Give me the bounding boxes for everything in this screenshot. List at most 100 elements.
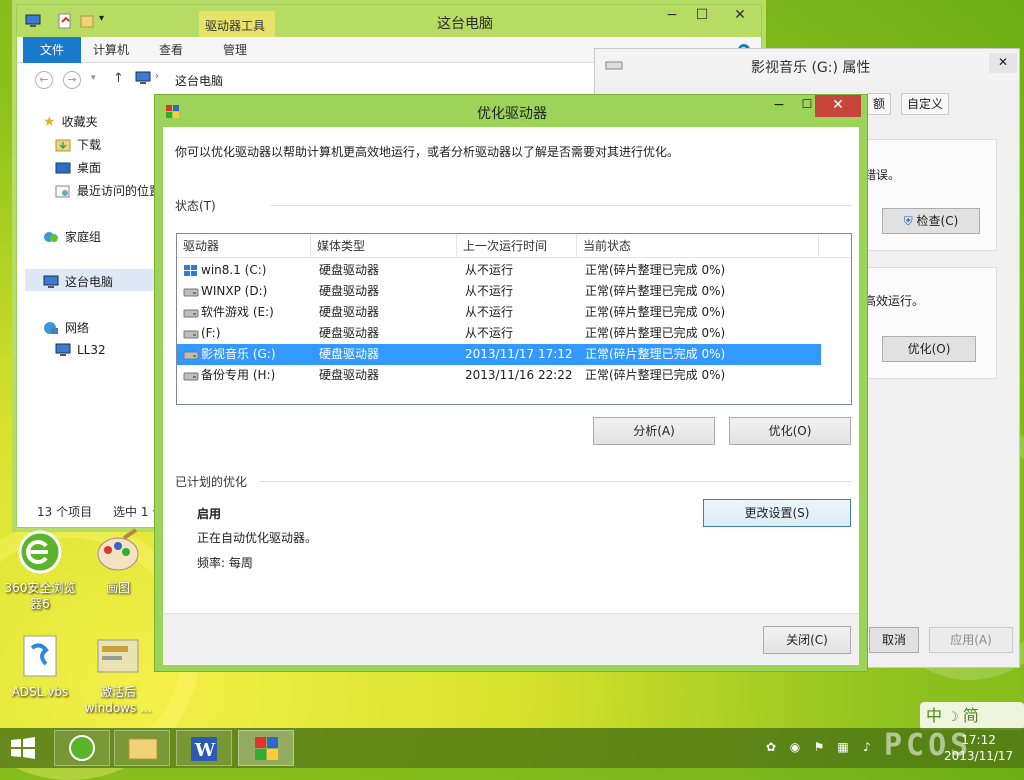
- pcos-watermark: PCOS: [884, 728, 973, 763]
- taskbar-defrag[interactable]: [238, 730, 294, 766]
- drive-row[interactable]: 软件游戏 (E:) 硬盘驱动器 从不运行 正常(碎片整理已完成 0%): [177, 302, 821, 323]
- drive-name: 软件游戏 (E:): [201, 305, 274, 319]
- status-divider: [271, 205, 851, 206]
- drive-name: WINXP (D:): [201, 284, 268, 298]
- tray-flag-icon[interactable]: ⚑: [812, 740, 826, 754]
- analyze-button[interactable]: 分析(A): [593, 417, 715, 445]
- drive-name: (F:): [201, 326, 221, 340]
- tab-quota[interactable]: 额: [867, 93, 892, 115]
- optimize-close-x-button[interactable]: ✕: [815, 95, 861, 117]
- back-button[interactable]: ←: [35, 71, 53, 89]
- tab-customize[interactable]: 自定义: [901, 93, 950, 115]
- nav-homegroup[interactable]: 家庭组: [43, 228, 101, 245]
- drive-row[interactable]: 影视音乐 (G:) 硬盘驱动器 2013/11/17 17:12 正常(碎片整理已完成…: [177, 344, 821, 365]
- hard-drive-icon: [183, 306, 199, 319]
- drive-tools-tab[interactable]: 驱动器工具: [199, 11, 275, 39]
- properties-apply-button[interactable]: 应用(A): [929, 627, 1013, 653]
- breadcrumb-separator-icon: ›: [155, 71, 159, 82]
- status-section-label: 状态(T): [175, 199, 216, 213]
- drive-name: win8.1 (C:): [201, 263, 267, 277]
- desktop-icon-360-browser[interactable]: 360安全浏览器6: [2, 528, 78, 612]
- tab-computer[interactable]: 计算机: [93, 37, 129, 63]
- tray-network-icon[interactable]: ▦: [836, 740, 850, 754]
- maximize-button[interactable]: ☐: [687, 5, 717, 27]
- scheduled-state: 启用: [197, 507, 222, 521]
- forward-button[interactable]: →: [63, 71, 81, 89]
- properties-optimize-button[interactable]: 优化(O): [882, 336, 976, 362]
- col-media-type[interactable]: 媒体类型: [311, 234, 457, 258]
- explorer-titlebar[interactable]: ▾ 驱动器工具 这台电脑 − ☐ ✕: [17, 5, 763, 39]
- change-settings-button[interactable]: 更改设置(S): [703, 499, 851, 527]
- drive-name: 影视音乐 (G:): [201, 347, 276, 361]
- desktop-icon-activate[interactable]: 激活后windows ...: [80, 632, 156, 716]
- ime-indicator[interactable]: 中 ☽ 简: [920, 702, 1024, 730]
- desktop-icon: [55, 161, 71, 175]
- recent-places-icon: [55, 184, 71, 198]
- nav-favorites[interactable]: ★ 收藏夹: [43, 113, 98, 130]
- close-button[interactable]: ✕: [717, 5, 763, 27]
- qat-dropdown-icon[interactable]: ▾: [99, 13, 115, 29]
- properties-close-button[interactable]: ✕: [989, 53, 1017, 73]
- drives-list[interactable]: 驱动器 媒体类型 上一次运行时间 当前状态 win8.1 (C:) 硬盘驱动器 从不…: [176, 233, 852, 405]
- up-icon[interactable]: ↑: [113, 71, 124, 86]
- col-current-status[interactable]: 当前状态: [577, 234, 819, 258]
- drive-last-run: 从不运行: [465, 263, 514, 277]
- drive-last-run: 从不运行: [465, 305, 514, 319]
- hard-drive-icon: [183, 369, 199, 382]
- minimize-button[interactable]: −: [657, 5, 687, 27]
- tray-volume-icon[interactable]: ♪: [860, 740, 874, 754]
- nav-ll32[interactable]: LL32: [55, 343, 106, 357]
- desktop-icon-adsl-script[interactable]: ADSL.vbs: [2, 632, 78, 700]
- scheduled-divider: [259, 481, 851, 482]
- tray-security-icon[interactable]: ◉: [788, 740, 802, 754]
- col-drive[interactable]: 驱动器: [177, 234, 311, 258]
- nav-thispc[interactable]: 这台电脑: [43, 273, 113, 290]
- svg-text:W: W: [194, 740, 216, 761]
- script-file-icon: [16, 632, 64, 680]
- taskbar-explorer[interactable]: [114, 730, 170, 766]
- drive-row[interactable]: WINXP (D:) 硬盘驱动器 从不运行 正常(碎片整理已完成 0%): [177, 281, 821, 302]
- properties-cancel-button[interactable]: 取消: [869, 627, 919, 653]
- drive-media-type: 硬盘驱动器: [319, 263, 380, 277]
- optimize-minimize-button[interactable]: −: [765, 97, 793, 113]
- computer-icon: [135, 71, 151, 85]
- new-folder-icon[interactable]: [79, 13, 95, 29]
- taskbar-word[interactable]: W: [176, 730, 232, 766]
- hard-drive-icon: [183, 348, 199, 361]
- nav-network[interactable]: 网络: [43, 319, 89, 336]
- application-icon: [94, 632, 142, 680]
- drive-row[interactable]: (F:) 硬盘驱动器 从不运行 正常(碎片整理已完成 0%): [177, 323, 821, 344]
- hard-drive-icon: [183, 285, 199, 298]
- nav-desktop[interactable]: 桌面: [55, 159, 101, 176]
- desktop-icon-paint[interactable]: 画图: [80, 528, 156, 596]
- optimize-footer: 关闭(C): [163, 613, 859, 665]
- drive-last-run: 从不运行: [465, 326, 514, 340]
- taskbar-browser[interactable]: [54, 730, 110, 766]
- address-path[interactable]: 这台电脑: [175, 72, 223, 89]
- start-button[interactable]: [10, 736, 36, 760]
- taskbar: W ✿ ◉ ⚑ ▦ ♪ 17:12 2013/11/17: [0, 728, 1024, 768]
- tab-manage[interactable]: 管理: [223, 37, 247, 63]
- optimize-body: 你可以优化驱动器以帮助计算机更高效地运行，或者分析驱动器以了解是否需要对其进行优…: [163, 127, 859, 665]
- scheduled-section-label: 已计划的优化: [175, 475, 248, 489]
- properties-titlebar[interactable]: 影视音乐 (G:) 属性 ✕: [595, 49, 1019, 81]
- tray-app-icon[interactable]: ✿: [764, 740, 778, 754]
- optimize-button[interactable]: 优化(O): [729, 417, 851, 445]
- optimize-title: 优化驱动器: [477, 106, 547, 122]
- close-button[interactable]: 关闭(C): [763, 626, 851, 654]
- drive-row[interactable]: 备份专用 (H:) 硬盘驱动器 2013/11/16 22:22 正常(碎片整理已完成…: [177, 365, 821, 386]
- nav-downloads[interactable]: 下载: [55, 136, 101, 153]
- nav-recent[interactable]: 最近访问的位置: [55, 182, 161, 199]
- drive-media-type: 硬盘驱动器: [319, 326, 380, 340]
- optimize-titlebar[interactable]: 优化驱动器 − ☐ ✕: [155, 95, 867, 127]
- system-drive-icon: [183, 264, 199, 277]
- drive-last-run: 从不运行: [465, 284, 514, 298]
- col-last-run[interactable]: 上一次运行时间: [457, 234, 577, 258]
- recent-dropdown-icon[interactable]: ▾: [91, 73, 96, 83]
- tab-file[interactable]: 文件: [23, 37, 81, 63]
- drive-media-type: 硬盘驱动器: [319, 347, 380, 361]
- check-button[interactable]: ⛨ 检查(C): [882, 208, 980, 234]
- drive-row[interactable]: win8.1 (C:) 硬盘驱动器 从不运行 正常(碎片整理已完成 0%): [177, 260, 821, 281]
- tab-view[interactable]: 查看: [159, 37, 183, 63]
- properties-icon[interactable]: [57, 13, 73, 29]
